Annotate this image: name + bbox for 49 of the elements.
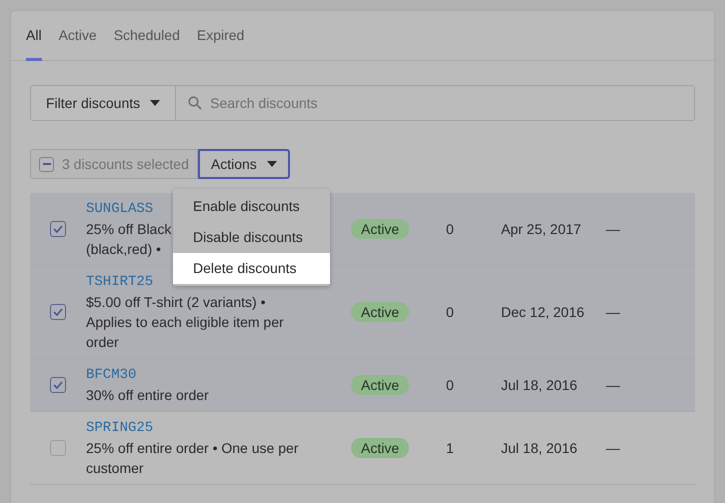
checkmark-icon	[53, 225, 63, 233]
select-all-checkbox[interactable]	[39, 156, 54, 172]
end-date: —	[606, 220, 620, 236]
discount-row[interactable]: BFCM30 30% off entire order Active 0 Jul 18, 2016 —	[30, 359, 695, 412]
start-date: Jul 18, 2016	[501, 376, 578, 392]
status-badge: Active	[351, 218, 410, 238]
row-checkbox[interactable]	[50, 304, 66, 320]
selection-count: 3 discounts selected	[62, 154, 189, 174]
checkmark-icon	[53, 308, 63, 316]
filter-tab[interactable]: Scheduled	[114, 11, 180, 61]
discount-description: 30% off entire order	[86, 387, 209, 403]
caret-icon	[150, 100, 160, 106]
filter-button[interactable]: Filter discounts	[30, 85, 176, 121]
actions-button[interactable]: Actions	[198, 149, 290, 179]
discount-description: Applies to each eligible item per	[86, 314, 284, 330]
status-badge: Active	[351, 302, 410, 322]
end-date: —	[606, 304, 620, 320]
filter-tab[interactable]: Expired	[196, 11, 244, 61]
row-checkbox[interactable]	[50, 440, 66, 456]
row-checkbox[interactable]	[50, 221, 66, 237]
discount-description: order	[86, 334, 119, 350]
usage-count: 0	[446, 376, 454, 392]
menu-item[interactable]: Enable discounts	[173, 191, 330, 222]
usage-count: 0	[446, 304, 454, 320]
row-checkbox[interactable]	[50, 377, 66, 393]
end-date: —	[606, 376, 620, 392]
end-date: —	[606, 440, 620, 456]
filter-tab[interactable]: All	[26, 11, 42, 61]
status-badge: Active	[351, 374, 410, 394]
search-field[interactable]: Search discounts	[176, 85, 695, 121]
usage-count: 1	[446, 440, 454, 456]
discount-description: $5.00 off T-shirt (2 variants) •	[86, 294, 266, 310]
discount-description: customer	[86, 460, 144, 476]
discount-row[interactable]: SPRING25 25% off entire order • One use per customer Active 1 Jul 18, 2016 —	[30, 412, 695, 485]
discount-description: (black,red) •	[86, 241, 161, 257]
start-date: Dec 12, 2016	[501, 304, 584, 320]
menu-item[interactable]: Disable discounts	[173, 222, 330, 253]
checkmark-icon	[53, 381, 63, 389]
discount-description: 25% off entire order • One use per	[86, 440, 298, 456]
search-input[interactable]: Search discounts	[210, 92, 682, 114]
discount-description: 25% off Black	[86, 221, 172, 237]
menu-item[interactable]: Delete discounts	[173, 253, 330, 284]
status-badge: Active	[351, 438, 410, 458]
usage-count: 0	[446, 220, 454, 236]
search-icon	[188, 96, 202, 110]
start-date: Apr 25, 2017	[501, 220, 582, 236]
start-date: Jul 18, 2016	[501, 440, 578, 456]
caret-icon	[266, 161, 277, 167]
filter-tab[interactable]: Active	[58, 11, 97, 61]
